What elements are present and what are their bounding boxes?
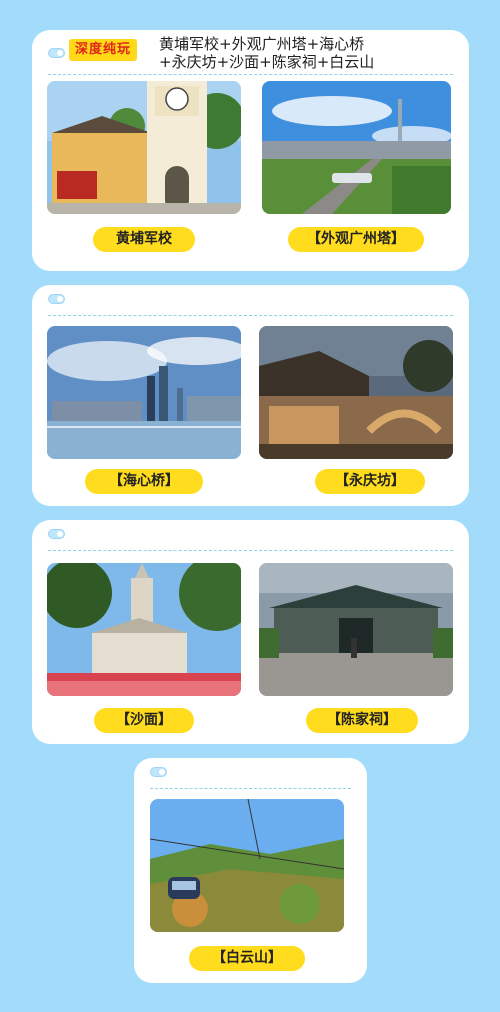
- toggle-icon: [48, 294, 65, 304]
- photo-yongqing-fang[interactable]: [259, 326, 453, 459]
- label-baiyun-mountain: 【白云山】: [189, 946, 305, 971]
- photo-shamian[interactable]: [47, 563, 241, 696]
- highlight-badge: 深度纯玩: [69, 39, 138, 61]
- route-title-line-2: +永庆坊+沙面+陈家祠+白云山: [159, 53, 375, 71]
- label-haixin-bridge: 【海心桥】: [85, 469, 203, 494]
- photo-haixin-bridge[interactable]: [47, 326, 241, 459]
- toggle-icon: [48, 48, 65, 58]
- route-title-line-1: 黄埔军校+外观广州塔+海心桥: [159, 35, 365, 53]
- divider: [48, 315, 453, 316]
- label-yongqing-fang: 【永庆坊】: [315, 469, 425, 494]
- itinerary-card-4: 【白云山】: [134, 758, 367, 983]
- divider: [150, 788, 351, 789]
- itinerary-card-1: 深度纯玩 黄埔军校+外观广州塔+海心桥 +永庆坊+沙面+陈家祠+白云山 黄埔军校…: [32, 30, 469, 271]
- itinerary-card-2: 【海心桥】 【永庆坊】: [32, 285, 469, 506]
- photo-chen-clan-academy[interactable]: [259, 563, 453, 696]
- label-whampoa-academy: 黄埔军校: [93, 227, 195, 252]
- label-canton-tower: 【外观广州塔】: [288, 227, 424, 252]
- label-shamian: 【沙面】: [94, 708, 194, 733]
- photo-baiyun-mountain[interactable]: [150, 799, 344, 932]
- itinerary-card-3: 【沙面】 【陈家祠】: [32, 520, 469, 744]
- divider: [48, 550, 453, 551]
- label-chen-clan-academy: 【陈家祠】: [306, 708, 418, 733]
- toggle-icon: [150, 767, 167, 777]
- photo-whampoa-academy[interactable]: [47, 81, 241, 214]
- divider: [48, 74, 453, 75]
- toggle-icon: [48, 529, 65, 539]
- photo-canton-tower[interactable]: [262, 81, 451, 214]
